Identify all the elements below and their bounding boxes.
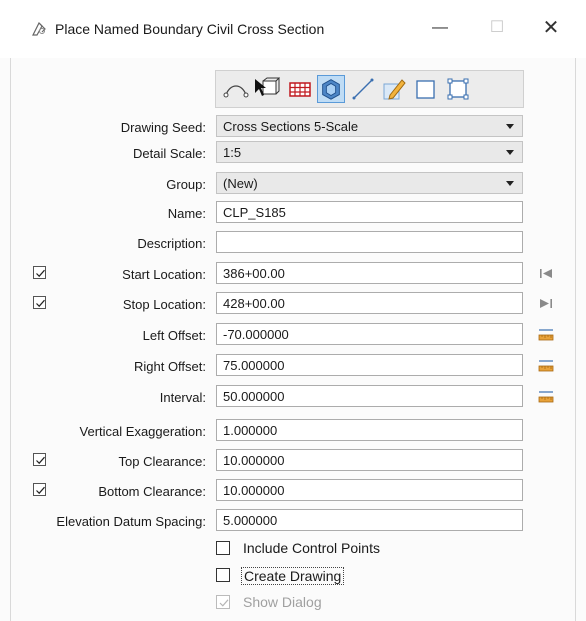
top-clearance-field[interactable]: 10.000000 <box>216 449 523 471</box>
right-offset-row: Right Offset: 75.000000 <box>0 354 586 378</box>
window-title: Place Named Boundary Civil Cross Section <box>55 21 325 37</box>
chevron-down-icon <box>506 150 514 155</box>
interval-label: Interval: <box>159 390 206 405</box>
rectangle-icon[interactable] <box>412 75 440 103</box>
detail-scale-dropdown[interactable]: 1:5 <box>216 141 523 163</box>
chevron-down-icon <box>506 124 514 129</box>
bottom-clearance-label: Bottom Clearance: <box>98 484 206 499</box>
name-row: Name: CLP_S185 <box>0 201 586 225</box>
left-offset-ruler-icon[interactable] <box>538 326 554 342</box>
group-dropdown[interactable]: (New) <box>216 172 523 194</box>
start-location-checkbox[interactable] <box>33 266 46 279</box>
app-icon <box>32 21 46 36</box>
tool-strip <box>215 70 524 108</box>
drawing-seed-dropdown[interactable]: Cross Sections 5-Scale <box>216 115 523 137</box>
start-location-label: Start Location: <box>122 267 206 282</box>
elevation-datum-spacing-row: Elevation Datum Spacing: 5.000000 <box>0 509 586 533</box>
rectangle-corners-icon[interactable] <box>444 75 472 103</box>
stop-location-label: Stop Location: <box>122 297 206 312</box>
left-offset-row: Left Offset: -70.000000 <box>0 323 586 347</box>
pointer-cube-icon[interactable] <box>252 75 280 103</box>
right-offset-field[interactable]: 75.000000 <box>216 354 523 376</box>
bottom-clearance-field[interactable]: 10.000000 <box>216 479 523 501</box>
right-offset-label: Right Offset: <box>133 359 206 374</box>
pencil-icon[interactable] <box>380 75 408 103</box>
start-location-field[interactable]: 386+00.00 <box>216 262 523 284</box>
right-offset-ruler-icon[interactable] <box>538 357 554 373</box>
include-control-points-checkbox[interactable] <box>216 541 230 555</box>
create-drawing-label: Create Drawing <box>241 567 345 585</box>
description-row: Description: <box>0 231 586 255</box>
bottom-clearance-checkbox[interactable] <box>33 483 46 496</box>
stop-location-field[interactable]: 428+00.00 <box>216 292 523 314</box>
left-offset-label: Left Offset: <box>142 328 206 343</box>
drawing-seed-row: Drawing Seed: Cross Sections 5-Scale <box>0 115 586 139</box>
detail-scale-row: Detail Scale: 1:5 <box>0 141 586 165</box>
detail-scale-value: 1:5 <box>223 145 242 160</box>
vertical-exaggeration-field[interactable]: 1.000000 <box>216 419 523 441</box>
skip-to-start-icon[interactable] <box>538 265 554 281</box>
elevation-datum-spacing-field[interactable]: 5.000000 <box>216 509 523 531</box>
dialog-window: Place Named Boundary Civil Cross Section… <box>0 0 586 621</box>
chevron-down-icon <box>506 181 514 186</box>
detail-scale-label: Detail Scale: <box>133 146 206 161</box>
left-offset-field[interactable]: -70.000000 <box>216 323 523 345</box>
interval-field[interactable]: 50.000000 <box>216 385 523 407</box>
interval-ruler-icon[interactable] <box>538 388 554 404</box>
group-row: Group: (New) <box>0 172 586 196</box>
include-control-points-label: Include Control Points <box>243 540 380 556</box>
top-clearance-label: Top Clearance: <box>118 454 206 469</box>
stop-location-checkbox[interactable] <box>33 296 46 309</box>
drawing-seed-label: Drawing Seed: <box>120 120 206 135</box>
name-label: Name: <box>167 206 206 221</box>
top-clearance-row: Top Clearance: 10.000000 <box>0 449 586 473</box>
grid-icon[interactable] <box>286 75 314 103</box>
skip-to-end-icon[interactable] <box>538 295 554 311</box>
line-icon[interactable] <box>349 75 377 103</box>
stop-location-row: Stop Location: 428+00.00 <box>0 292 586 316</box>
start-location-row: Start Location: 386+00.00 <box>0 262 586 286</box>
vertical-exaggeration-label: Vertical Exaggeration: <box>79 424 206 439</box>
drawing-seed-value: Cross Sections 5-Scale <box>223 119 359 134</box>
path-icon[interactable] <box>222 75 250 103</box>
create-drawing-checkbox[interactable] <box>216 568 230 582</box>
vertical-exaggeration-row: Vertical Exaggeration: 1.000000 <box>0 419 586 443</box>
show-dialog-checkbox <box>216 595 230 609</box>
elevation-datum-spacing-label: Elevation Datum Spacing: <box>56 514 206 529</box>
bottom-clearance-row: Bottom Clearance: 10.000000 <box>0 479 586 503</box>
show-dialog-label: Show Dialog <box>243 594 322 610</box>
description-field[interactable] <box>216 231 523 253</box>
interval-row: Interval: 50.000000 <box>0 385 586 409</box>
cross-section-icon[interactable] <box>317 75 345 103</box>
name-field[interactable]: CLP_S185 <box>216 201 523 223</box>
group-value: (New) <box>223 176 258 191</box>
minimize-button[interactable]: — <box>420 14 460 42</box>
top-clearance-checkbox[interactable] <box>33 453 46 466</box>
close-button[interactable]: ✕ <box>531 14 571 42</box>
group-label: Group: <box>166 177 206 192</box>
maximize-button[interactable]: ☐ <box>477 14 517 42</box>
title-bar[interactable]: Place Named Boundary Civil Cross Section… <box>0 0 586 58</box>
description-label: Description: <box>137 236 206 251</box>
